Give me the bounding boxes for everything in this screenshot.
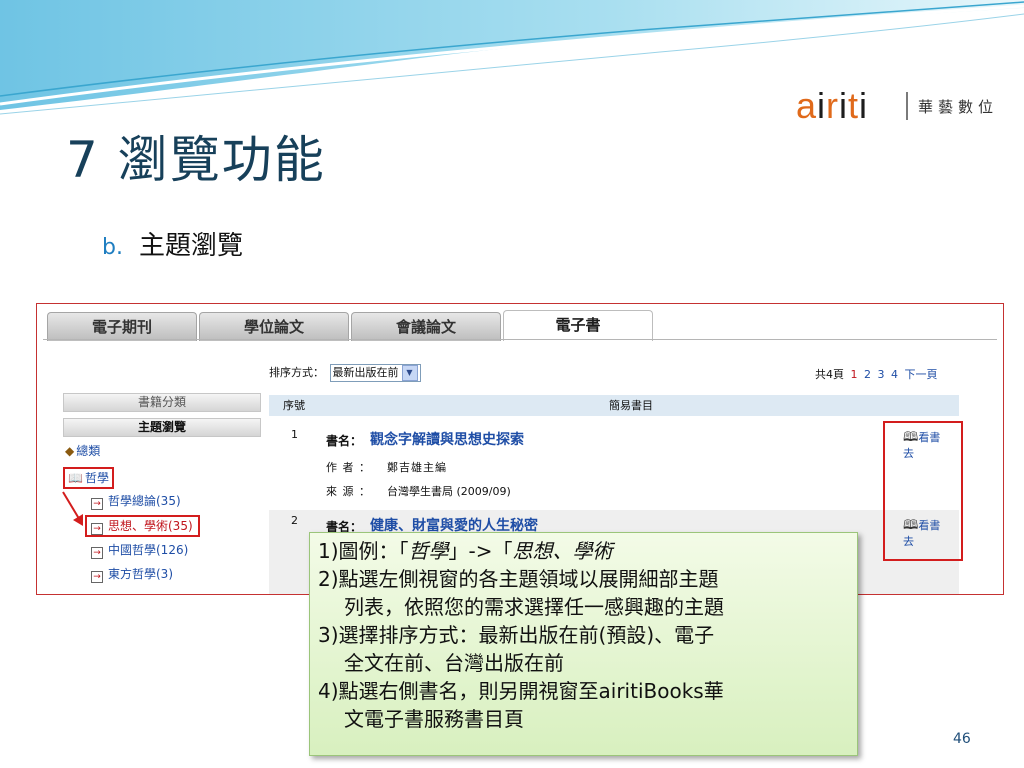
slide-page-number: 46 — [953, 731, 971, 747]
results-table-header: 序號 簡易書目 — [269, 395, 959, 416]
col-header-info: 簡易書目 — [609, 399, 653, 412]
arrow-box-icon: → — [91, 547, 103, 559]
tree-child-item[interactable]: → 東方哲學(3) — [91, 565, 173, 583]
source-label: 來 源 ： — [326, 485, 371, 498]
sort-select[interactable]: 最新出版在前 ▼ — [329, 364, 421, 382]
tab-ejournal[interactable]: 電子期刊 — [47, 312, 197, 341]
tree-root-item[interactable]: ◆ 總類 — [65, 442, 100, 460]
tab-divider — [43, 339, 997, 340]
logo-wordmark: airiti — [796, 85, 869, 126]
page-link-3[interactable]: 3 — [878, 368, 885, 381]
read-link-highlight — [883, 421, 963, 561]
category-heading-classify[interactable]: 書籍分類 — [63, 393, 261, 412]
author-label: 作 者 ： — [326, 461, 371, 474]
callout-line-3: 3)選擇排序方式：最新出版在前(預設)、電子 — [318, 623, 715, 647]
callout-line-2b: 列表，依照您的需求選擇任一感興趣的主題 — [344, 595, 724, 619]
open-book-icon: 📖 — [68, 471, 83, 485]
callout-line-2: 2)點選左側視窗的各主題領域以展開細部主題 — [318, 567, 719, 591]
tree-child-item-selected[interactable]: → 思想、學術(35) — [85, 515, 200, 537]
logo-divider — [906, 92, 908, 120]
row-number: 2 — [291, 514, 298, 527]
arrow-box-icon: → — [91, 571, 103, 583]
arrow-box-icon: → — [91, 498, 103, 510]
instruction-callout: 1)圖例：「哲學」->「思想、學術 2)點選左側視窗的各主題領域以展開細部主題 … — [309, 532, 858, 756]
tab-bar: 電子期刊 學位論文 會議論文 電子書 — [43, 308, 997, 341]
callout-line-3b: 全文在前、台灣出版在前 — [344, 651, 564, 675]
page-total: 共4頁 — [815, 368, 844, 381]
page-link-2[interactable]: 2 — [864, 368, 871, 381]
subtitle-text: 主題瀏覽 — [138, 231, 243, 261]
tab-conference[interactable]: 會議論文 — [351, 312, 501, 341]
tab-thesis[interactable]: 學位論文 — [199, 312, 349, 341]
sort-label: 排序方式： — [269, 366, 324, 379]
pagination: 共4頁 1 2 3 4 下一頁 — [815, 366, 938, 382]
slide-subtitle: b. 主題瀏覽 — [102, 225, 243, 262]
page-link-1[interactable]: 1 — [851, 368, 858, 381]
subtitle-marker: b. — [102, 235, 123, 260]
tree-child-item[interactable]: → 中國哲學(126) — [91, 541, 188, 559]
tab-ebook[interactable]: 電子書 — [503, 310, 653, 341]
airiti-logo: airiti 華藝數位 — [796, 86, 1006, 126]
tree-child-item[interactable]: → 哲學總論(35) — [91, 492, 181, 510]
row-number: 1 — [291, 428, 298, 441]
page-link-4[interactable]: 4 — [891, 368, 898, 381]
red-pointer-arrow — [62, 491, 83, 526]
source-value: 台灣學生書局 (2009/09) — [387, 485, 511, 498]
sort-control: 排序方式： 最新出版在前 ▼ — [269, 364, 421, 382]
callout-line-1: 1)圖例：「哲學」->「思想、學術 — [318, 539, 613, 563]
category-heading-browse[interactable]: 主題瀏覽 — [63, 418, 261, 437]
col-header-seq: 序號 — [283, 399, 305, 412]
slide-title: 7 瀏覽功能 — [66, 131, 326, 189]
next-page-link[interactable]: 下一頁 — [905, 368, 938, 381]
callout-line-4: 4)點選右側書名，則另開視窗至airitiBooks華 — [318, 679, 724, 703]
tree-expanded-item[interactable]: 📖 哲學 — [63, 467, 114, 489]
book-title-link[interactable]: 觀念字解讀與思想史探索 — [370, 429, 524, 449]
logo-tagline: 華藝數位 — [918, 98, 999, 116]
author-value: 鄭吉雄主編 — [387, 461, 447, 474]
book-stack-icon: ◆ — [65, 444, 75, 458]
arrow-box-icon: → — [91, 523, 103, 535]
chevron-down-icon: ▼ — [401, 365, 418, 381]
callout-line-4b: 文電子書服務書目頁 — [344, 707, 524, 731]
title-label: 書名： — [326, 434, 363, 448]
